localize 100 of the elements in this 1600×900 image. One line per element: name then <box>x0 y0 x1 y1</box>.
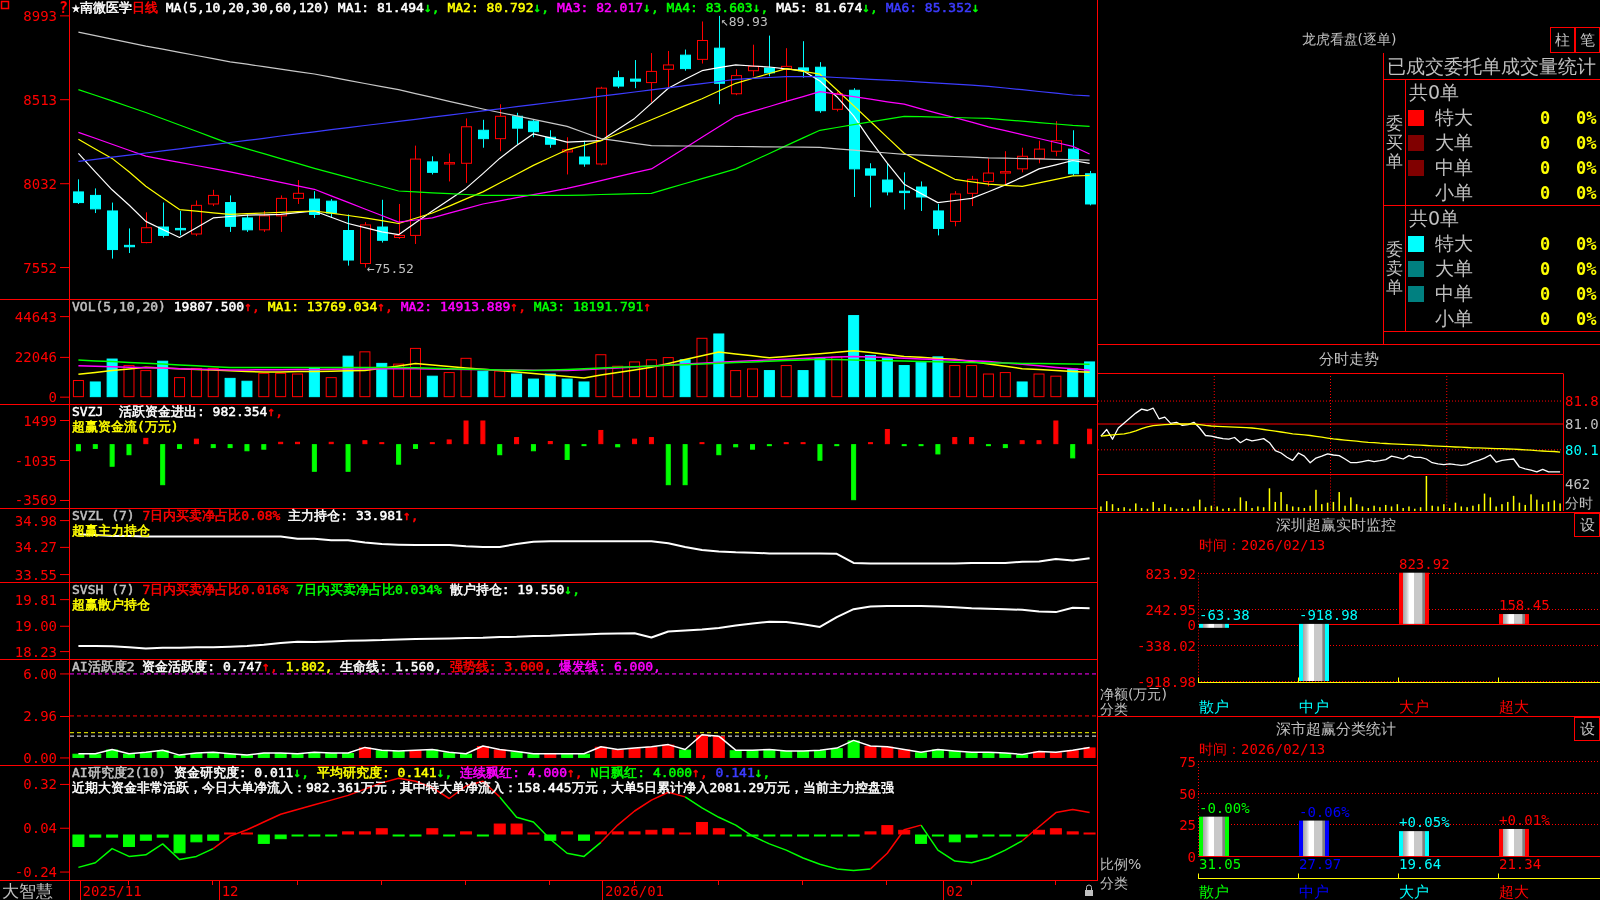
research-bar <box>190 834 203 843</box>
volume-bar <box>342 355 354 398</box>
activity-bar <box>443 752 456 758</box>
volume-bar <box>612 365 624 398</box>
candlestick <box>663 50 674 89</box>
value-label: 21.34 <box>1499 856 1542 872</box>
research-bar <box>813 834 826 837</box>
activity-bar <box>426 749 439 758</box>
candlestick <box>1034 140 1045 164</box>
activity-bar <box>1066 750 1079 758</box>
axis-label: 44643 <box>14 308 57 325</box>
app-logo: 大智慧 <box>2 881 53 900</box>
fund-flow-bar <box>1087 428 1093 445</box>
fund-flow-bar <box>581 444 587 447</box>
axis-label: 80.1 <box>1565 441 1599 458</box>
change-label: +0.05% <box>1399 814 1450 831</box>
candlestick <box>191 199 202 237</box>
research-bar <box>780 834 793 837</box>
view-button[interactable]: 笔 <box>1575 27 1600 53</box>
research-bar <box>308 834 321 837</box>
axis-label: 22046 <box>14 349 57 366</box>
order-count: 0 <box>1539 158 1551 178</box>
activity-bar <box>527 753 540 758</box>
research-bar <box>106 834 119 838</box>
indicator-legend: AI活跃度2 资金活跃度: 0.747↑, 1.802, 生命线: 1.560, 强势线: 3.000, 爆发线: 6.000, <box>72 659 661 674</box>
activity-bar <box>325 753 338 758</box>
fund-flow-bar <box>126 444 132 456</box>
volume-bar <box>1016 381 1028 398</box>
activity-bar <box>679 749 692 758</box>
value-label: -63.38 <box>1199 606 1250 623</box>
volume-bar <box>1050 375 1062 398</box>
price-annotation: ←75.52 <box>366 260 414 276</box>
order-count: 0 <box>1539 309 1551 329</box>
candlestick <box>613 70 624 89</box>
research-bar <box>392 834 405 837</box>
axis-label: 8032 <box>23 175 57 192</box>
activity-bar <box>89 753 102 758</box>
volume-bar <box>763 370 775 398</box>
volume-bar <box>544 373 556 398</box>
order-percent: 0% <box>1576 234 1597 254</box>
fund-flow-bar <box>615 444 621 448</box>
order-count: 0 <box>1539 259 1551 279</box>
category-label: 散户 <box>1199 883 1229 900</box>
axis-label: 81.8 <box>1565 393 1599 410</box>
research-bar <box>662 828 675 835</box>
research-bar <box>342 831 355 835</box>
research-bar <box>830 834 843 837</box>
axis-label: 19.00 <box>14 618 57 635</box>
activity-bar <box>797 750 810 758</box>
ratio-bar <box>1299 820 1329 856</box>
fund-flow-bar <box>463 420 469 445</box>
activity-bar <box>476 746 489 758</box>
value-label: 31.05 <box>1199 856 1242 872</box>
volume-bar <box>999 372 1011 398</box>
volume-bar <box>578 381 590 398</box>
volume-bar <box>308 367 320 398</box>
fund-flow-bar <box>1070 444 1076 459</box>
activity-bar <box>224 753 237 758</box>
volume-bar <box>982 373 994 398</box>
candlestick <box>967 175 978 207</box>
fund-flow-bar <box>92 444 98 449</box>
fund-flow-bar <box>413 444 418 449</box>
research-bar <box>1016 834 1029 837</box>
activity-bar <box>409 750 422 758</box>
volume-bar <box>426 375 438 398</box>
research-bar <box>240 832 253 835</box>
fund-flow-bar <box>160 444 166 486</box>
fund-flow-bar <box>733 444 739 448</box>
settings-button[interactable]: 设 <box>1574 717 1600 741</box>
view-button[interactable]: 柱 <box>1550 27 1575 53</box>
axis-label: 0.00 <box>23 749 57 766</box>
candlestick <box>781 47 792 103</box>
fund-flow-bar <box>379 442 385 445</box>
fund-flow-bar <box>935 444 941 455</box>
candlestick <box>326 198 337 219</box>
volume-bar <box>831 356 843 398</box>
activity-bar <box>156 750 169 758</box>
candlestick <box>208 189 219 207</box>
fund-flow-bar <box>952 437 958 445</box>
volume-bar <box>292 373 303 398</box>
research-bar <box>645 829 658 835</box>
volume-bar <box>527 378 539 398</box>
volume-bar <box>190 367 202 398</box>
activity-bar <box>308 752 321 758</box>
research-bar <box>207 834 220 841</box>
activity-bar <box>392 750 405 758</box>
research-bar <box>594 831 607 835</box>
volume-bar <box>915 362 927 398</box>
settings-button[interactable]: 设 <box>1574 513 1600 537</box>
activity-bar <box>493 749 506 758</box>
help-mark: ? <box>58 0 68 17</box>
research-bar <box>443 834 456 837</box>
research-bar <box>89 834 102 838</box>
activity-bar <box>763 749 776 758</box>
candlestick <box>175 210 186 236</box>
net-flow-bar <box>1399 572 1429 624</box>
fund-flow-bar <box>1019 440 1025 445</box>
order-size-label: 中单 <box>1435 282 1473 304</box>
date-label: 02 <box>946 883 964 899</box>
volume-bar <box>1084 361 1096 398</box>
